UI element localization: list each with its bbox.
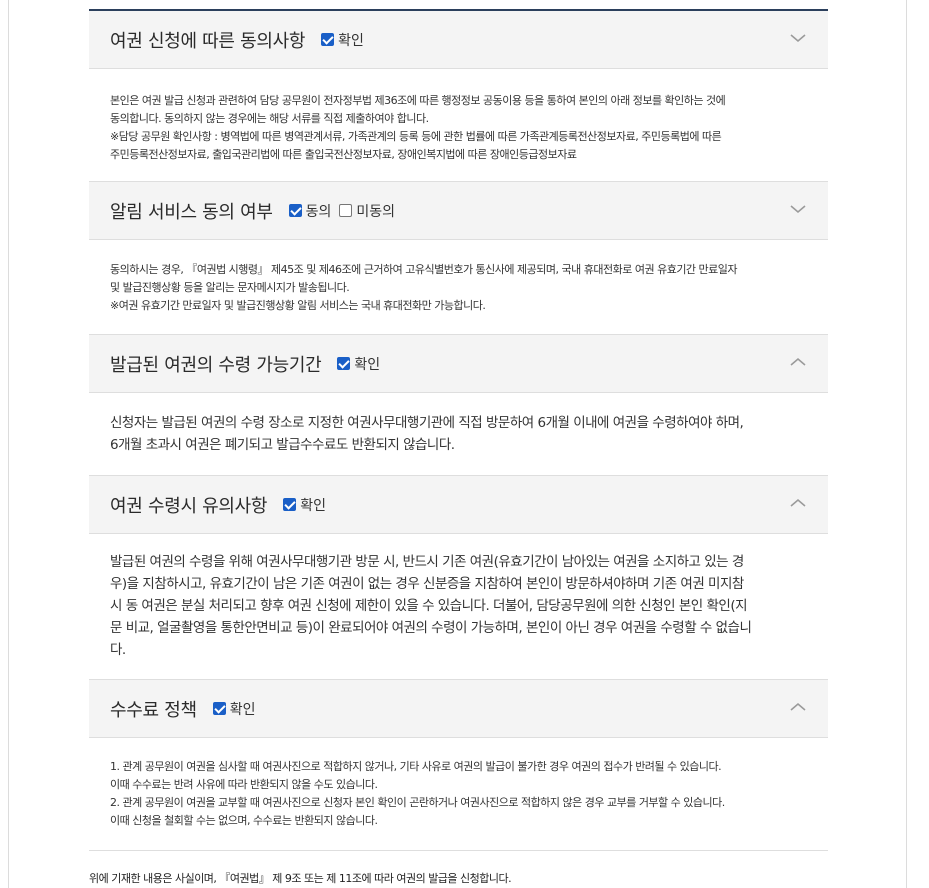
checkbox-checked-icon[interactable]: [321, 33, 335, 46]
body-line: 및 발급진행상황 등을 알리는 문자메시지가 발송됩니다.: [110, 281, 350, 294]
disagree-checkbox[interactable]: 미동의: [339, 201, 395, 221]
body-line: 신청자는 발급된 여권의 수령 장소로 지정한 여권사무대행기관에 직접 방문하…: [110, 415, 744, 431]
confirm-checkbox[interactable]: 확인: [337, 354, 380, 374]
body-line: ※여권 유효기간 만료일자 및 발급진행상황 알림 서비스는 국내 휴대전화만 …: [110, 299, 486, 312]
checkbox-checked-icon[interactable]: [288, 204, 302, 217]
checkbox-checked-icon[interactable]: [283, 498, 297, 511]
confirm-checkbox[interactable]: 확인: [212, 699, 256, 719]
body-line: 1. 관계 공무원이 여권을 심사할 때 여권사진으로 적합하지 않거나, 기타…: [110, 760, 722, 773]
section-body-pickup-notes: 발급된 여권의 수령을 위해 여권사무대행기관 방문 시, 반드시 기존 여권(…: [89, 534, 828, 680]
chevron-down-icon[interactable]: [790, 203, 806, 215]
checkbox-checked-icon[interactable]: [337, 357, 351, 370]
checkbox-label: 확인: [354, 356, 381, 373]
body-line: 2. 관계 공무원이 여권을 교부할 때 여권사진으로 신청자 본인 확인이 곤…: [110, 796, 725, 809]
consent-accordion: 여권 신청에 따른 동의사항 확인 본인은 여권 발급 신청과 관련하여 담당 …: [89, 9, 828, 851]
body-line: 동의합니다. 동의하지 않는 경우에는 해당 서류를 직접 제출하여야 합니다.: [110, 112, 429, 125]
checkbox-label: 확인: [338, 32, 364, 49]
section-title: 여권 수령시 유의사항: [110, 495, 268, 517]
section-body-fee-policy: 1. 관계 공무원이 여권을 심사할 때 여권사진으로 적합하지 않거나, 기타…: [89, 738, 828, 851]
section-body-pickup-period: 신청자는 발급된 여권의 수령 장소로 지정한 여권사무대행기관에 직접 방문하…: [89, 393, 828, 476]
section-body-consent: 본인은 여권 발급 신청과 관련하여 담당 공무원이 전자정부법 제36조에 따…: [89, 69, 828, 182]
section-title: 여권 신청에 따른 동의사항: [110, 30, 306, 52]
section-header-fee-policy[interactable]: 수수료 정책 확인: [89, 680, 828, 738]
checkbox-label: 확인: [300, 497, 326, 514]
body-line: 본인은 여권 발급 신청과 관련하여 담당 공무원이 전자정부법 제36조에 따…: [110, 94, 726, 107]
section-title: 알림 서비스 동의 여부: [110, 201, 273, 223]
checkbox-label: 확인: [229, 701, 256, 718]
chevron-up-icon[interactable]: [790, 701, 806, 713]
body-line: 이때 수수료는 반려 사유에 따라 반환되지 않을 수도 있습니다.: [110, 778, 378, 791]
checkbox-label: 동의: [305, 203, 332, 220]
checkbox-label: 미동의: [356, 203, 396, 220]
section-header-consent[interactable]: 여권 신청에 따른 동의사항 확인: [89, 11, 828, 69]
body-line: 6개월 초과시 여권은 폐기되고 발급수수료도 반환되지 않습니다.: [110, 437, 455, 453]
body-line: 시 동 여권은 분실 처리되고 향후 여권 신청에 제한이 있을 수 있습니다.…: [110, 598, 748, 614]
section-header-pickup-period[interactable]: 발급된 여권의 수령 가능기간 확인: [89, 335, 828, 393]
chevron-up-icon[interactable]: [790, 356, 806, 368]
body-line: 주민등록전산정보자료, 출입국관리법에 따른 출입국전산정보자료, 장애인복지법…: [110, 148, 577, 161]
body-line: 우)을 지참하시고, 유효기간이 남은 기존 여권이 없는 경우 신분증을 지참…: [110, 576, 744, 592]
checkbox-checked-icon[interactable]: [212, 702, 226, 715]
body-line: 다.: [110, 642, 126, 658]
section-body-notification: 동의하시는 경우, 『여권법 시행령』 제45조 및 제46조에 근거하여 고유…: [89, 240, 828, 335]
body-line: 문 비교, 얼굴촬영을 통한안면비교 등)이 완료되어야 여권의 수령이 가능하…: [110, 620, 752, 636]
section-header-notification[interactable]: 알림 서비스 동의 여부 동의 미동의: [89, 182, 828, 240]
agree-checkbox[interactable]: 동의: [288, 201, 332, 221]
section-title: 발급된 여권의 수령 가능기간: [110, 354, 322, 376]
body-line: 발급된 여권의 수령을 위해 여권사무대행기관 방문 시, 반드시 기존 여권(…: [110, 554, 744, 570]
confirm-checkbox[interactable]: 확인: [283, 495, 326, 515]
checkbox-unchecked-icon[interactable]: [339, 204, 353, 217]
chevron-up-icon[interactable]: [790, 497, 806, 509]
body-line: 동의하시는 경우, 『여권법 시행령』 제45조 및 제46조에 근거하여 고유…: [110, 263, 738, 276]
chevron-down-icon[interactable]: [790, 32, 806, 44]
body-line: 이때 신청을 철회할 수는 없으며, 수수료는 반환되지 않습니다.: [110, 814, 378, 827]
body-line: ※담당 공무원 확인사항 : 병역법에 따른 병역관계서류, 가족관계의 등록 …: [110, 130, 722, 143]
section-header-pickup-notes[interactable]: 여권 수령시 유의사항 확인: [89, 476, 828, 534]
application-declaration: 위에 기재한 내용은 사실이며, 『여권법』 제 9조 또는 제 11조에 따라…: [89, 872, 512, 885]
confirm-checkbox[interactable]: 확인: [321, 30, 364, 50]
section-title: 수수료 정책: [110, 699, 197, 721]
